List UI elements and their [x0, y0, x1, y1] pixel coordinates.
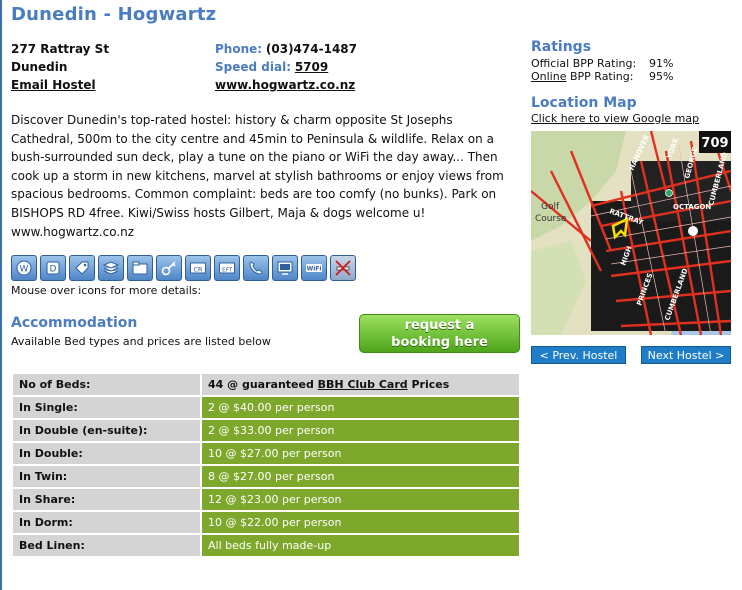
- table-row: In Double: 10 @ $27.00 per person: [13, 443, 519, 464]
- beds-count-value: 44 @ guaranteed BBH Club Card Prices: [202, 374, 519, 395]
- beds-count-label: No of Beds:: [13, 374, 200, 395]
- bed-type-price: All beds fully made-up: [202, 535, 519, 556]
- bed-type-price: 2 @ $33.00 per person: [202, 420, 519, 441]
- d-icon[interactable]: D: [40, 255, 66, 281]
- bed-type-price: 8 @ $27.00 per person: [202, 466, 519, 487]
- website-link[interactable]: www.hogwartz.co.nz: [215, 78, 355, 92]
- map-sheet-number: 709: [701, 136, 728, 151]
- online-rating-value: 95%: [649, 70, 674, 83]
- city: Dunedin: [11, 60, 68, 74]
- google-map-link[interactable]: Click here to view Google map: [531, 112, 699, 125]
- bed-type-label: In Double:: [13, 443, 200, 464]
- online-rating: Online BPP Rating: 95%: [531, 70, 673, 83]
- location-map-heading: Location Map: [531, 95, 637, 111]
- official-rating-value: 91%: [649, 57, 674, 70]
- bed-type-label: In Single:: [13, 397, 200, 418]
- table-row: In Share: 12 @ $23.00 per person: [13, 489, 519, 510]
- speed-dial-label: Speed dial:: [215, 60, 291, 74]
- online-rating-link[interactable]: Online: [531, 70, 566, 83]
- online-rating-label: BPP Rating:: [566, 70, 634, 83]
- bed-type-label: Bed Linen:: [13, 535, 200, 556]
- table-header-row: No of Beds: 44 @ guaranteed BBH Club Car…: [13, 374, 519, 395]
- bed-type-price: 10 @ $22.00 per person: [202, 512, 519, 533]
- speed-dial-link[interactable]: 5709: [295, 60, 328, 74]
- map-street-label: OCTAGON: [673, 203, 711, 211]
- stack-icon[interactable]: [98, 255, 124, 281]
- bed-type-price: 2 @ $40.00 per person: [202, 397, 519, 418]
- table-row: In Single: 2 @ $40.00 per person: [13, 397, 519, 418]
- email-hostel-link[interactable]: Email Hostel: [11, 78, 96, 92]
- contact-block: Phone: (03)474-1487 Speed dial: 5709 www…: [215, 40, 357, 94]
- bed-type-label: In Dorm:: [13, 512, 200, 533]
- beds-count-suffix: Prices: [407, 378, 450, 391]
- map-area-label: Course: [535, 214, 567, 224]
- accommodation-heading: Accommodation: [11, 315, 138, 331]
- beds-count-prefix: 44 @ guaranteed: [208, 378, 318, 391]
- no-smoking-icon[interactable]: [330, 255, 356, 281]
- official-rating-label: Official BPP Rating:: [531, 57, 637, 70]
- page: Dunedin - Hogwartz 277 Rattray St Dunedi…: [0, 0, 742, 590]
- bed-type-label: In Double (en-suite):: [13, 420, 200, 441]
- page-title: Dunedin - Hogwartz: [11, 4, 217, 25]
- wifi-icon[interactable]: WiFi: [301, 255, 327, 281]
- map-graphic: 709 HANOVER YORK GEORGE CUMBERLAND RATTR…: [531, 131, 731, 335]
- eftpos-text: EFT: [222, 268, 233, 274]
- table-row: In Dorm: 10 @ $22.00 per person: [13, 512, 519, 533]
- cr-card-text: CR: [193, 266, 203, 274]
- booking-button-line2: booking here: [391, 335, 488, 350]
- bbh-club-card-link[interactable]: BBH Club Card: [318, 378, 408, 391]
- phone-icon[interactable]: [243, 255, 269, 281]
- request-booking-button[interactable]: request a booking here: [359, 314, 520, 353]
- svg-text:D: D: [50, 265, 57, 275]
- next-hostel-button[interactable]: Next Hostel >: [641, 346, 731, 364]
- w-icon[interactable]: W: [11, 255, 37, 281]
- address-block: 277 Rattray St Dunedin Email Hostel: [11, 40, 109, 94]
- table-row: In Double (en-suite): 2 @ $33.00 per pers…: [13, 420, 519, 441]
- eftpos-icon[interactable]: EFT: [214, 255, 240, 281]
- phone-number: (03)474-1487: [265, 42, 357, 56]
- ratings-heading: Ratings: [531, 39, 592, 55]
- table-row: Bed Linen: All beds fully made-up: [13, 535, 519, 556]
- map-area-label: Golf: [541, 202, 560, 212]
- accommodation-subtitle: Available Bed types and prices are liste…: [11, 335, 271, 348]
- folders-icon[interactable]: [127, 255, 153, 281]
- tv-icon[interactable]: [272, 255, 298, 281]
- bed-type-price: 10 @ $27.00 per person: [202, 443, 519, 464]
- svg-text:W: W: [20, 265, 29, 275]
- key-icon[interactable]: [156, 255, 182, 281]
- icons-hint: Mouse over icons for more details:: [11, 284, 202, 297]
- tag-icon[interactable]: [69, 255, 95, 281]
- prev-hostel-button[interactable]: < Prev. Hostel: [531, 346, 626, 364]
- phone-label: Phone:: [215, 42, 263, 56]
- street-address: 277 Rattray St: [11, 42, 110, 56]
- bed-type-label: In Twin:: [13, 466, 200, 487]
- table-row: In Twin: 8 @ $27.00 per person: [13, 466, 519, 487]
- facility-icons: W D CR EFT WiFi: [11, 255, 356, 281]
- bed-type-label: In Share:: [13, 489, 200, 510]
- bed-prices-table: No of Beds: 44 @ guaranteed BBH Club Car…: [11, 372, 521, 558]
- official-rating: Official BPP Rating: 91%: [531, 57, 673, 70]
- location-map[interactable]: 709 HANOVER YORK GEORGE CUMBERLAND RATTR…: [531, 131, 731, 335]
- cr-card-icon[interactable]: CR: [185, 255, 211, 281]
- hostel-description: Discover Dunedin's top-rated hostel: his…: [11, 113, 504, 239]
- wifi-text: WiFi: [307, 266, 322, 273]
- booking-button-line1: request a: [404, 318, 475, 333]
- bed-type-price: 12 @ $23.00 per person: [202, 489, 519, 510]
